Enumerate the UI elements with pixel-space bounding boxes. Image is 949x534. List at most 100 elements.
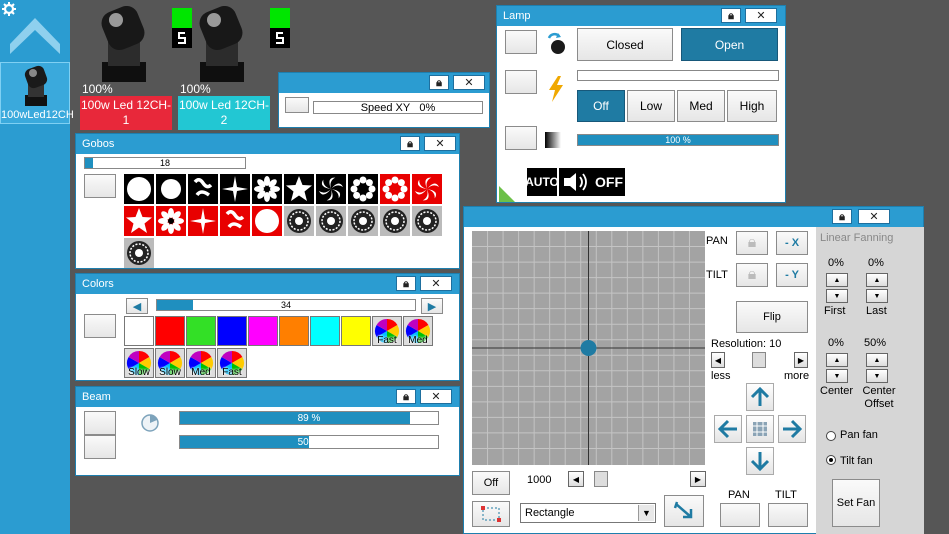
speed-left-button[interactable]: ◀	[568, 471, 584, 487]
tilt-lock-button[interactable]: 🔒︎	[736, 263, 768, 287]
gobo-circle-sm-icon[interactable]	[156, 174, 186, 204]
down-arrow-button[interactable]	[746, 447, 774, 475]
color-wheel-med-button[interactable]: Med	[186, 348, 216, 378]
left-arrow-button[interactable]	[714, 415, 742, 443]
close-button[interactable]: ✕	[858, 209, 890, 224]
gobo-wheel-icon[interactable]	[412, 206, 442, 236]
gobo-sparkle-icon[interactable]	[220, 174, 250, 204]
speed-bar[interactable]: Speed XY 0%	[313, 101, 483, 114]
right-arrow-button[interactable]	[778, 415, 806, 443]
open-button[interactable]: Open	[681, 28, 778, 61]
off-audio-button[interactable]: OFF	[593, 168, 625, 196]
lock-icon[interactable]: 🔒︎	[832, 209, 852, 224]
up-arrow-button[interactable]	[746, 383, 774, 411]
gobo-wheel-icon[interactable]	[124, 238, 154, 268]
color-wheel-med-button[interactable]: Med	[403, 316, 433, 346]
close-button[interactable]: ✕	[453, 75, 485, 90]
sound-icon[interactable]	[559, 168, 593, 196]
lock-icon[interactable]: 🔒︎	[429, 75, 449, 90]
effect-off-button[interactable]: Off	[472, 471, 510, 495]
gobo-circle-icon[interactable]	[124, 174, 154, 204]
close-button[interactable]: ✕	[424, 136, 456, 151]
flip-button[interactable]: Flip	[736, 301, 808, 333]
beam-bar-2[interactable]: 50 %	[179, 435, 439, 449]
position-dot[interactable]	[580, 340, 597, 356]
shape-select-icon[interactable]	[472, 501, 510, 527]
gobo-flower-icon[interactable]	[156, 206, 186, 236]
lock-icon[interactable]: 🔒︎	[396, 276, 416, 291]
lock-icon[interactable]: 🔒︎	[396, 389, 416, 404]
color-wheel-fast-button[interactable]: Fast	[217, 348, 247, 378]
last-up-button[interactable]: ▲	[866, 273, 888, 287]
invert-y-button[interactable]: - Y	[776, 263, 808, 287]
strobe-off-button[interactable]: Off	[577, 90, 625, 122]
offset-down-button[interactable]: ▼	[866, 369, 888, 383]
resolution-less-button[interactable]: ◀	[711, 352, 725, 368]
pan-lock-button[interactable]: 🔒︎	[736, 231, 768, 255]
color-swatch[interactable]	[124, 316, 154, 346]
offset-up-button[interactable]: ▲	[866, 353, 888, 367]
strobe-med-button[interactable]: Med	[677, 90, 725, 122]
color-swatch[interactable]	[186, 316, 216, 346]
shape-dropdown[interactable]: Rectangle ▼	[520, 503, 656, 523]
xy-pad[interactable]	[472, 231, 705, 465]
color-swatch[interactable]	[217, 316, 247, 346]
first-down-button[interactable]: ▼	[826, 289, 848, 303]
fixture-1[interactable]: 100% 100w Led 12CH-1	[80, 6, 192, 130]
close-button[interactable]: ✕	[420, 389, 452, 404]
gobo-wheel-icon[interactable]	[316, 206, 346, 236]
lamp-button-1[interactable]	[505, 30, 537, 54]
gear-icon[interactable]	[2, 2, 16, 16]
gobo-wheel-icon[interactable]	[380, 206, 410, 236]
prev-color-button[interactable]: ◀	[126, 298, 148, 314]
gobo-slider[interactable]: 18	[84, 157, 246, 169]
speed-toggle[interactable]	[285, 97, 309, 113]
last-down-button[interactable]: ▼	[866, 289, 888, 303]
center-button[interactable]	[746, 415, 774, 443]
strobe-high-button[interactable]: High	[727, 90, 777, 122]
strobe-low-button[interactable]: Low	[627, 90, 675, 122]
beam-button-2[interactable]	[84, 435, 116, 459]
gobo-circle-icon[interactable]	[252, 206, 282, 236]
color-swatch[interactable]	[155, 316, 185, 346]
chevron-up-icon[interactable]	[8, 16, 62, 56]
color-wheel-fast-button[interactable]: Fast	[372, 316, 402, 346]
pan-bottom-button[interactable]	[720, 503, 760, 527]
beam-button-1[interactable]	[84, 411, 116, 435]
color-swatch[interactable]	[279, 316, 309, 346]
speed-right-button[interactable]: ▶	[690, 471, 706, 487]
color-swatch[interactable]	[341, 316, 371, 346]
color-swatch[interactable]	[310, 316, 340, 346]
closed-button[interactable]: Closed	[577, 28, 673, 61]
sidebar-fixture[interactable]: 100wLed12CH	[0, 62, 74, 124]
color-wheel-slow-button[interactable]: Slow	[124, 348, 154, 378]
fixture-2[interactable]: 100% 100w Led 12CH-2	[178, 6, 290, 130]
gobo-dots-icon[interactable]	[380, 174, 410, 204]
close-button[interactable]: ✕	[745, 8, 777, 23]
set-fan-button[interactable]: Set Fan	[832, 479, 880, 527]
pan-fan-radio[interactable]	[826, 431, 836, 441]
resolution-more-button[interactable]: ▶	[794, 352, 808, 368]
auto-button[interactable]: AUTO	[525, 168, 559, 196]
speed-handle[interactable]	[594, 471, 608, 487]
first-up-button[interactable]: ▲	[826, 273, 848, 287]
gobo-wheel-icon[interactable]	[348, 206, 378, 236]
gobo-swirl-icon[interactable]	[220, 206, 250, 236]
beam-bar-1[interactable]: 89 %	[179, 411, 439, 425]
color-swatch[interactable]	[248, 316, 278, 346]
color-open-button[interactable]	[84, 314, 116, 338]
dimmer-bar[interactable]: 100 %	[577, 134, 779, 146]
lamp-button-3[interactable]	[505, 126, 537, 150]
gobo-flower-icon[interactable]	[252, 174, 282, 204]
lamp-button-2[interactable]	[505, 70, 537, 94]
gobo-star-icon[interactable]	[284, 174, 314, 204]
gobo-spiral-icon[interactable]	[316, 174, 346, 204]
resize-icon[interactable]	[499, 186, 515, 202]
tilt-bottom-button[interactable]	[768, 503, 808, 527]
invert-x-button[interactable]: - X	[776, 231, 808, 255]
gobo-sparkle-icon[interactable]	[188, 206, 218, 236]
lock-icon[interactable]: 🔒︎	[400, 136, 420, 151]
gobo-open-button[interactable]	[84, 174, 116, 198]
color-wheel-slow-button[interactable]: Slow	[155, 348, 185, 378]
center-down-button[interactable]: ▼	[826, 369, 848, 383]
